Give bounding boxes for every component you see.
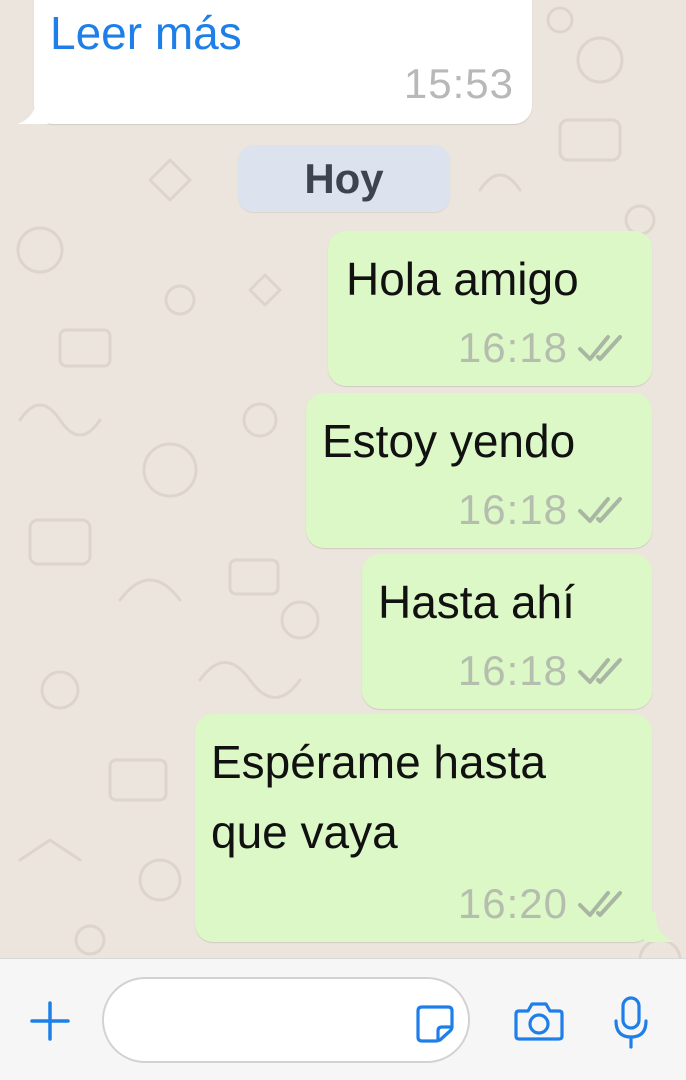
message-time: 16:18 xyxy=(457,486,568,533)
incoming-message-bubble: Leer más 15:53 xyxy=(34,0,532,124)
read-double-check-icon xyxy=(578,891,622,917)
outgoing-bubble-tail xyxy=(644,912,674,942)
read-double-check-icon xyxy=(578,335,622,361)
sticker-icon xyxy=(416,1005,454,1043)
read-more-link[interactable]: Leer más xyxy=(50,6,242,60)
incoming-bubble-tail xyxy=(18,94,48,124)
voice-message-button[interactable] xyxy=(608,993,654,1053)
read-double-check-icon xyxy=(578,658,622,684)
message-text: Hasta ahí xyxy=(378,576,575,628)
date-separator: Hoy xyxy=(238,145,450,212)
camera-button[interactable] xyxy=(512,997,566,1045)
message-time: 16:20 xyxy=(457,880,568,927)
message-meta: 16:18 xyxy=(458,486,630,534)
message-time: 16:18 xyxy=(457,324,568,371)
message-meta: 16:20 xyxy=(458,880,630,928)
plus-icon xyxy=(30,1001,70,1041)
message-meta: 16:18 xyxy=(458,647,630,695)
outgoing-message-bubble: Espérame hasta que vaya 16:20 xyxy=(195,714,652,942)
message-text-line-2: que vaya xyxy=(211,806,398,858)
microphone-icon xyxy=(614,996,648,1049)
message-text: Estoy yendo xyxy=(322,415,576,467)
message-meta: 15:53 xyxy=(404,60,514,108)
chat-background: Leer más 15:53 Hoy Hola amigo 16:18 Esto… xyxy=(0,0,686,958)
message-time: 15:53 xyxy=(403,60,514,107)
outgoing-message-bubble: Estoy yendo 16:18 xyxy=(306,393,652,548)
message-input-bar xyxy=(0,958,686,1080)
message-text: Hola amigo xyxy=(346,253,579,305)
message-text-line-1: Espérame hasta xyxy=(211,736,546,788)
sticker-button[interactable] xyxy=(412,1001,458,1047)
outgoing-message-bubble: Hasta ahí 16:18 xyxy=(362,554,652,709)
read-double-check-icon xyxy=(578,497,622,523)
add-attachment-button[interactable] xyxy=(26,997,74,1045)
camera-icon xyxy=(514,1002,564,1041)
message-meta: 16:18 xyxy=(458,324,630,372)
message-time: 16:18 xyxy=(457,647,568,694)
outgoing-message-bubble: Hola amigo 16:18 xyxy=(328,231,652,386)
date-separator-label: Hoy xyxy=(304,154,384,202)
